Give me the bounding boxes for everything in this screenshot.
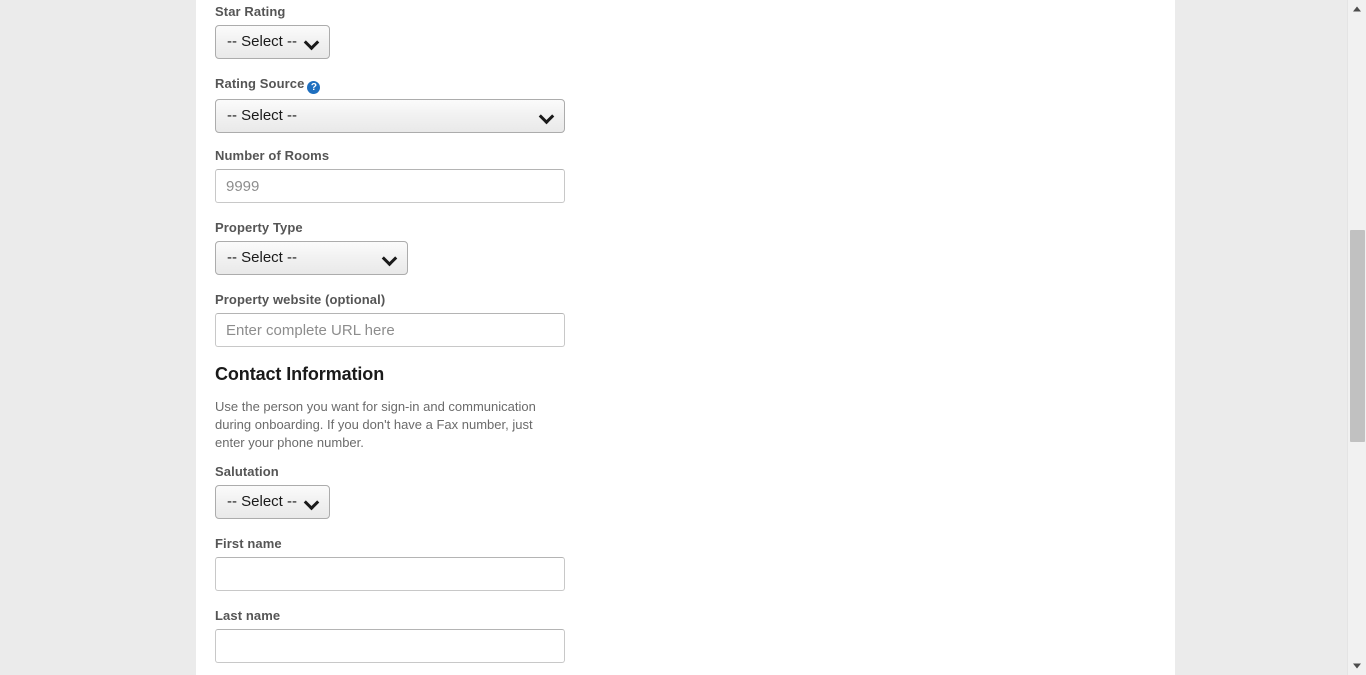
label-star-rating: Star Rating: [215, 4, 286, 19]
label-salutation: Salutation: [215, 464, 279, 479]
select-star-rating-value: -- Select --: [227, 33, 298, 50]
browser-viewport: Star Rating -- Select -- Rating Source? …: [0, 0, 1366, 675]
field-star-rating: Star Rating -- Select --: [215, 4, 330, 59]
select-star-rating[interactable]: -- Select --: [215, 25, 330, 59]
select-rating-source-value: -- Select --: [227, 107, 298, 124]
chevron-down-icon: [540, 109, 554, 123]
field-salutation: Salutation -- Select --: [215, 464, 330, 519]
caret-down-icon: [1353, 663, 1361, 669]
label-number-of-rooms: Number of Rooms: [215, 148, 330, 163]
input-first-name[interactable]: [215, 557, 565, 591]
select-property-type[interactable]: -- Select --: [215, 241, 408, 275]
field-rating-source: Rating Source? -- Select --: [215, 76, 565, 133]
input-last-name[interactable]: [215, 629, 565, 663]
label-last-name: Last name: [215, 608, 281, 623]
page-scrollbar[interactable]: [1347, 0, 1366, 675]
select-salutation-value: -- Select --: [227, 493, 298, 510]
label-rating-source: Rating Source?: [215, 76, 565, 94]
scrollbar-thumb[interactable]: [1350, 230, 1365, 442]
field-first-name: First name: [215, 536, 565, 591]
select-salutation[interactable]: -- Select --: [215, 485, 330, 519]
input-number-of-rooms[interactable]: [215, 169, 565, 203]
field-number-of-rooms: Number of Rooms: [215, 148, 565, 203]
label-property-website: Property website (optional): [215, 292, 386, 307]
page-left-gutter: [0, 0, 196, 675]
page-right-gutter: [1175, 0, 1347, 675]
field-property-type: Property Type -- Select --: [215, 220, 408, 275]
select-rating-source[interactable]: -- Select --: [215, 99, 565, 133]
chevron-down-icon: [305, 35, 319, 49]
field-property-website: Property website (optional): [215, 292, 565, 347]
section-note-contact-information: Use the person you want for sign-in and …: [215, 399, 536, 450]
section-heading-contact-information: Contact Information: [215, 364, 385, 384]
label-property-type: Property Type: [215, 220, 303, 235]
input-property-website[interactable]: [215, 313, 565, 347]
caret-up-icon: [1353, 6, 1361, 12]
label-first-name: First name: [215, 536, 282, 551]
scrollbar-down-button[interactable]: [1348, 657, 1366, 675]
help-icon[interactable]: ?: [307, 81, 321, 94]
select-property-type-value: -- Select --: [227, 249, 298, 266]
field-last-name: Last name: [215, 608, 565, 663]
chevron-down-icon: [305, 495, 319, 509]
chevron-down-icon: [383, 251, 397, 265]
label-rating-source-text: Rating Source: [215, 76, 305, 91]
scrollbar-up-button[interactable]: [1348, 0, 1366, 18]
